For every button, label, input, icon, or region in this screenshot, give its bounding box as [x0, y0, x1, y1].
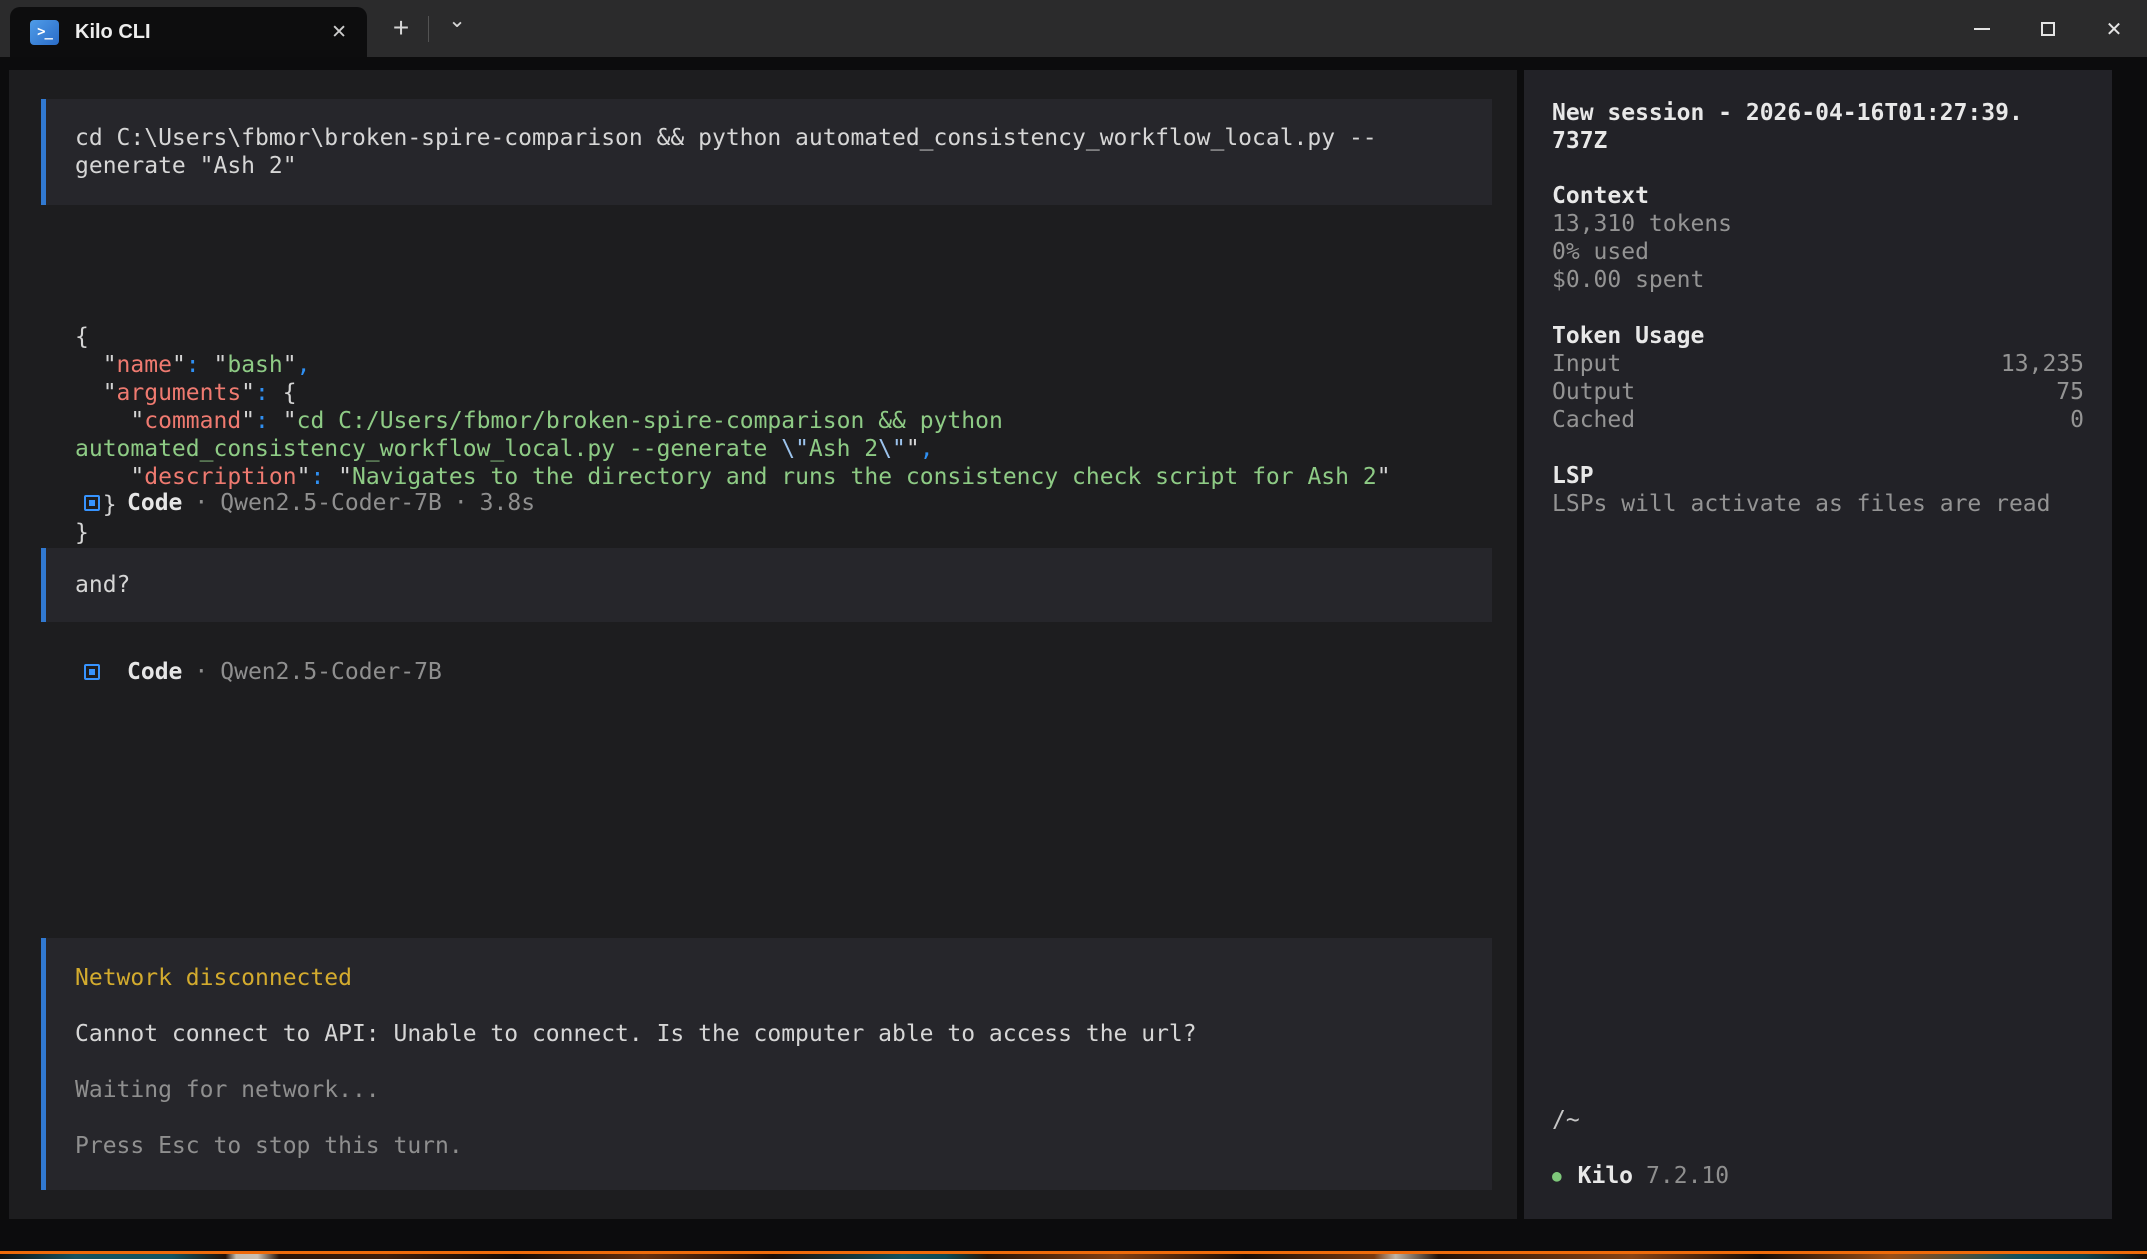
token-usage-row: Output75: [1552, 378, 2084, 406]
network-waiting-text: Waiting for network...: [75, 1076, 1492, 1104]
mode-label: Code: [127, 658, 182, 686]
token-usage-heading: Token Usage: [1552, 322, 2084, 350]
minimize-button[interactable]: [1949, 0, 2015, 57]
model-name: Qwen2.5-Coder-7B: [220, 658, 442, 686]
model-status-row: Code · Qwen2.5-Coder-7B: [75, 658, 442, 686]
lsp-heading: LSP: [1552, 462, 2084, 490]
tab-dropdown-icon[interactable]: ⌄: [438, 8, 476, 32]
minimize-icon: [1974, 28, 1990, 30]
tab-kilo-cli[interactable]: >_ Kilo CLI ✕: [10, 7, 367, 57]
working-directory: /~: [1552, 1106, 2084, 1134]
mode-label: Code: [127, 489, 182, 517]
user-message-block: and?: [41, 548, 1492, 622]
terminal-transcript-panel: cd C:\Users\fbmor\broken-spire-compariso…: [9, 70, 1517, 1219]
tab-bar: >_ Kilo CLI ✕ + ⌄ ✕: [0, 0, 2147, 57]
user-command-block: cd C:\Users\fbmor\broken-spire-compariso…: [41, 99, 1492, 205]
maximize-button[interactable]: [2015, 0, 2081, 57]
app-name: Kilo: [1578, 1162, 1633, 1190]
network-warning-title: Network disconnected: [75, 964, 1492, 992]
lsp-section: LSP LSPs will activate as files are read: [1552, 462, 2084, 518]
context-heading: Context: [1552, 182, 2084, 210]
tab-bar-divider: [428, 16, 429, 42]
turn-duration: 3.8s: [480, 489, 535, 517]
close-window-button[interactable]: ✕: [2081, 0, 2147, 57]
context-section: Context 13,310 tokens0% used$0.00 spent: [1552, 182, 2084, 294]
close-window-icon: ✕: [2106, 19, 2123, 39]
status-bullet-icon: ●: [1552, 1162, 1562, 1190]
code-mode-icon: [84, 664, 100, 680]
model-status-row: Code · Qwen2.5-Coder-7B · 3.8s: [75, 489, 535, 517]
user-message-text: and?: [75, 571, 1492, 599]
token-usage-row: Input13,235: [1552, 350, 2084, 378]
code-mode-icon: [84, 495, 100, 511]
session-sidebar: New session - 2026-04-16T01:27:39.737Z C…: [1524, 70, 2112, 1219]
lsp-status-text: LSPs will activate as files are read: [1552, 490, 2084, 518]
app-version-footer: ● Kilo 7.2.10: [1552, 1162, 2084, 1190]
app-version: 7.2.10: [1646, 1162, 1729, 1190]
model-name: Qwen2.5-Coder-7B: [220, 489, 442, 517]
esc-hint-text: Press Esc to stop this turn.: [75, 1132, 1492, 1160]
dot-separator: ·: [194, 658, 208, 686]
token-usage-rows: Input13,235Output75Cached0: [1552, 350, 2084, 434]
tab-close-icon[interactable]: ✕: [331, 21, 347, 44]
tab-title: Kilo CLI: [75, 21, 151, 44]
token-usage-row: Cached0: [1552, 406, 2084, 434]
powershell-icon: >_: [30, 20, 59, 45]
session-title: New session - 2026-04-16T01:27:39.737Z: [1552, 99, 2084, 155]
token-usage-section: Token Usage Input13,235Output75Cached0: [1552, 322, 2084, 434]
dot-separator: ·: [194, 489, 208, 517]
new-tab-button[interactable]: +: [381, 10, 421, 48]
desktop-wallpaper-strip: [0, 1254, 2147, 1259]
context-lines: 13,310 tokens0% used$0.00 spent: [1552, 210, 2084, 294]
maximize-icon: [2041, 22, 2055, 36]
window-controls: ✕: [1949, 0, 2147, 57]
network-warning-block: Network disconnected Cannot connect to A…: [41, 938, 1492, 1190]
network-error-message: Cannot connect to API: Unable to connect…: [75, 1020, 1492, 1048]
dot-separator: ·: [454, 489, 468, 517]
